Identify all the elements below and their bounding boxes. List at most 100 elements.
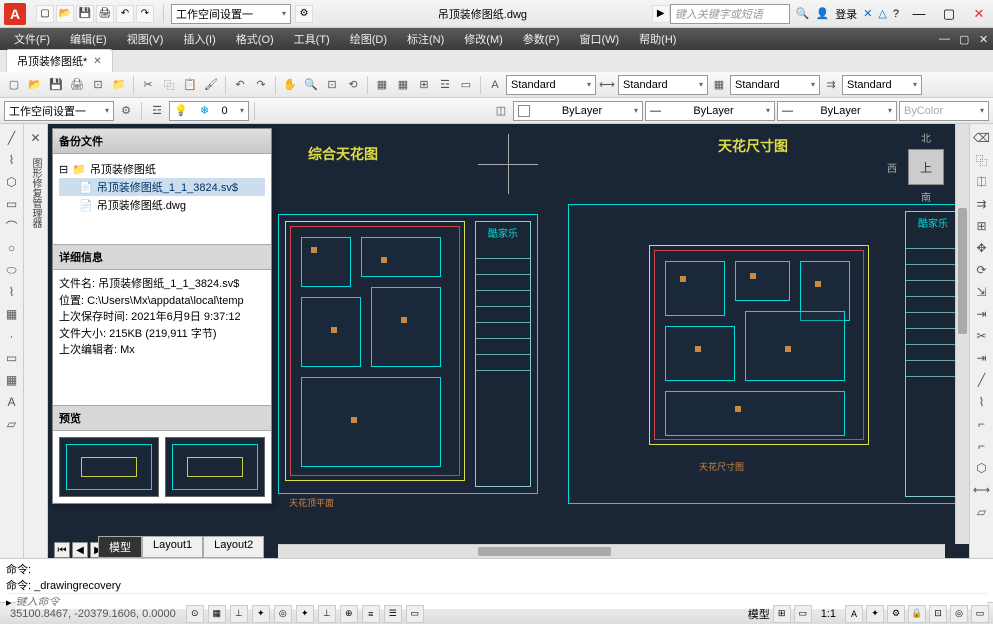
menu-modify[interactable]: 修改(M) bbox=[454, 28, 513, 50]
help-icon[interactable]: ? bbox=[893, 8, 899, 20]
scrollbar-vertical[interactable] bbox=[955, 124, 969, 544]
sb-qv-icon[interactable]: ⊞ bbox=[773, 605, 791, 623]
arc-tool-icon[interactable]: ⌒ bbox=[2, 216, 22, 236]
sb-snap-icon[interactable]: ⊙ bbox=[186, 605, 204, 623]
linetype-combo[interactable]: —ByLayer▾ bbox=[645, 101, 775, 121]
tb-array-icon[interactable]: ⊞ bbox=[414, 75, 434, 95]
sb-clean-icon[interactable]: ▭ bbox=[971, 605, 989, 623]
sb-annoscale-icon[interactable]: A bbox=[845, 605, 863, 623]
color-combo[interactable]: ByLayer▾ bbox=[513, 101, 643, 121]
workspace-combo[interactable]: 工作空间设置一 ▾ bbox=[171, 4, 291, 24]
scroll-thumb-h[interactable] bbox=[478, 547, 611, 556]
menu-help[interactable]: 帮助(H) bbox=[629, 28, 686, 50]
scrollbar-horizontal[interactable] bbox=[278, 544, 945, 558]
tb-print-icon[interactable]: 🖨 bbox=[67, 75, 87, 95]
props-color-icon[interactable]: ◫ bbox=[491, 101, 511, 121]
tree-file-sv[interactable]: 📄吊顶装修图纸_1_1_3824.sv$ bbox=[59, 178, 265, 196]
erase-icon[interactable]: ⌫ bbox=[972, 128, 992, 148]
sb-lwt-icon[interactable]: ≡ bbox=[362, 605, 380, 623]
menu-draw[interactable]: 绘图(D) bbox=[340, 28, 397, 50]
search-icon[interactable]: 🔍 bbox=[796, 7, 810, 20]
dim-style-combo[interactable]: Standard▾ bbox=[618, 75, 708, 95]
sb-dyn-icon[interactable]: ⊕ bbox=[340, 605, 358, 623]
doc-restore-icon[interactable]: ▢ bbox=[949, 30, 969, 49]
tb-dim-style-icon[interactable]: ⟷ bbox=[597, 75, 617, 95]
tb-cut-icon[interactable]: ✂ bbox=[138, 75, 158, 95]
menu-window[interactable]: 窗口(W) bbox=[569, 28, 629, 50]
preview-thumb-1[interactable] bbox=[59, 437, 159, 497]
drawing-canvas[interactable]: 备份文件 ⊟📁吊顶装修图纸 📄吊顶装修图纸_1_1_3824.sv$ 📄吊顶装修… bbox=[48, 124, 969, 558]
area-icon[interactable]: ▱ bbox=[972, 502, 992, 522]
block-tool-icon[interactable]: ▭ bbox=[2, 348, 22, 368]
tb-new-icon[interactable]: ▢ bbox=[4, 75, 24, 95]
join-icon[interactable]: ⌇ bbox=[972, 392, 992, 412]
plotstyle-combo[interactable]: ByColor▾ bbox=[899, 101, 989, 121]
tab-model[interactable]: 模型 bbox=[98, 536, 142, 558]
tb-undo-icon[interactable]: ↶ bbox=[230, 75, 250, 95]
polygon-tool-icon[interactable]: ⬡ bbox=[2, 172, 22, 192]
scale-icon[interactable]: ⇲ bbox=[972, 282, 992, 302]
tb-block-icon[interactable]: ▭ bbox=[456, 75, 476, 95]
sb-iso-icon[interactable]: ◎ bbox=[950, 605, 968, 623]
tb-text-style-icon[interactable]: A bbox=[485, 75, 505, 95]
sb-grid-icon[interactable]: ▦ bbox=[208, 605, 226, 623]
lineweight-combo[interactable]: —ByLayer▾ bbox=[777, 101, 897, 121]
sb-qp-icon[interactable]: ☰ bbox=[384, 605, 402, 623]
close-button[interactable]: ✕ bbox=[965, 4, 993, 24]
vc-top[interactable]: 上 bbox=[908, 149, 944, 185]
qat-new-icon[interactable]: ▢ bbox=[36, 5, 54, 23]
mirror-icon[interactable]: ⎅ bbox=[972, 172, 992, 192]
tb-redo-icon[interactable]: ↷ bbox=[251, 75, 271, 95]
offset-icon[interactable]: ⇉ bbox=[972, 194, 992, 214]
login-link[interactable]: 登录 bbox=[835, 6, 857, 22]
nav-prev-icon[interactable]: ◀ bbox=[72, 542, 88, 558]
close-panel-icon[interactable]: ✕ bbox=[26, 128, 46, 148]
tb-open-icon[interactable]: 📂 bbox=[25, 75, 45, 95]
menu-tools[interactable]: 工具(T) bbox=[284, 28, 340, 50]
command-line[interactable]: 命令: 命令: _drawingrecovery ▸ bbox=[0, 558, 993, 602]
sb-layouts-icon[interactable]: ▭ bbox=[794, 605, 812, 623]
fillet-icon[interactable]: ⌐ bbox=[972, 414, 992, 434]
tb-publish-icon[interactable]: 📁 bbox=[109, 75, 129, 95]
qat-save-icon[interactable]: 💾 bbox=[76, 5, 94, 23]
menu-file[interactable]: 文件(F) bbox=[4, 28, 60, 50]
tab-layout1[interactable]: Layout1 bbox=[142, 536, 203, 558]
text-style-combo[interactable]: Standard▾ bbox=[506, 75, 596, 95]
region-tool-icon[interactable]: ▱ bbox=[2, 414, 22, 434]
sb-lock-icon[interactable]: 🔒 bbox=[908, 605, 926, 623]
search-input[interactable]: 键入关键字或短语 bbox=[670, 4, 790, 24]
nav-first-icon[interactable]: ⏮ bbox=[54, 542, 70, 558]
ml-style-combo[interactable]: Standard▾ bbox=[842, 75, 922, 95]
sb-ortho-icon[interactable]: ⊥ bbox=[230, 605, 248, 623]
tb-table-style-icon[interactable]: ▦ bbox=[709, 75, 729, 95]
exchange-a-icon[interactable]: △ bbox=[878, 7, 886, 20]
move-icon[interactable]: ✥ bbox=[972, 238, 992, 258]
trim-icon[interactable]: ✂ bbox=[972, 326, 992, 346]
rect-tool-icon[interactable]: ▭ bbox=[2, 194, 22, 214]
point-tool-icon[interactable]: · bbox=[2, 326, 22, 346]
copy-icon[interactable]: ⿻ bbox=[972, 150, 992, 170]
tb-paste-icon[interactable]: 📋 bbox=[180, 75, 200, 95]
extend-icon[interactable]: ⇥ bbox=[972, 348, 992, 368]
hatch-tool-icon[interactable]: ▦ bbox=[2, 304, 22, 324]
sb-otrack-icon[interactable]: ✦ bbox=[296, 605, 314, 623]
text-tool-icon[interactable]: A bbox=[2, 392, 22, 412]
array-icon[interactable]: ⊞ bbox=[972, 216, 992, 236]
sb-sc-icon[interactable]: ▭ bbox=[406, 605, 424, 623]
tb-list-icon[interactable]: ☲ bbox=[435, 75, 455, 95]
sb-ducs-icon[interactable]: ⊥ bbox=[318, 605, 336, 623]
app-logo[interactable]: A bbox=[4, 3, 26, 25]
viewcube[interactable]: 北 南 西 东 上 bbox=[891, 132, 961, 202]
menu-parametric[interactable]: 参数(P) bbox=[513, 28, 570, 50]
circle-tool-icon[interactable]: ○ bbox=[2, 238, 22, 258]
doc-close-icon[interactable]: ✕ bbox=[969, 30, 989, 49]
tb-copy-icon[interactable]: ⿻ bbox=[159, 75, 179, 95]
tb-zoom-icon[interactable]: 🔍 bbox=[301, 75, 321, 95]
tb-hatch-icon[interactable]: ▦ bbox=[393, 75, 413, 95]
spline-tool-icon[interactable]: ⌇ bbox=[2, 282, 22, 302]
sb-osnap-icon[interactable]: ◎ bbox=[274, 605, 292, 623]
menu-dimension[interactable]: 标注(N) bbox=[397, 28, 454, 50]
sb-ws-icon[interactable]: ⚙ bbox=[887, 605, 905, 623]
stretch-icon[interactable]: ⇥ bbox=[972, 304, 992, 324]
document-tab[interactable]: 吊顶装修图纸* ✕ bbox=[6, 49, 113, 72]
